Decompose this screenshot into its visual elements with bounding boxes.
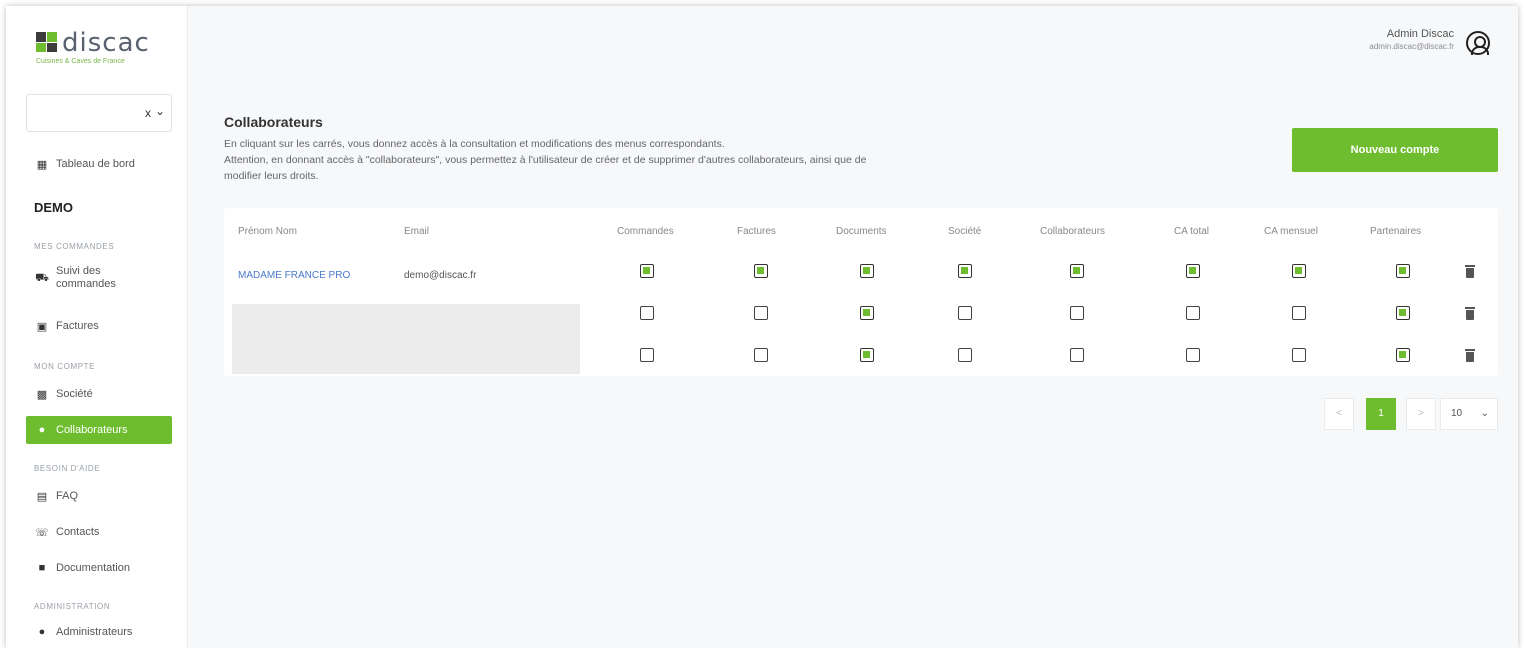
redacted-area xyxy=(232,304,580,374)
per-page-select[interactable]: 10 ⌄ xyxy=(1440,398,1498,430)
description-line: modifier leurs droits. xyxy=(224,170,319,182)
sidebar-item-label: Collaborateurs xyxy=(56,424,128,436)
permission-checkbox-ca-total[interactable] xyxy=(1186,348,1200,362)
collaborator-name-link[interactable]: MADAME FRANCE PRO xyxy=(238,270,350,281)
column-header-company: Société xyxy=(948,226,982,237)
column-header-collaborators: Collaborateurs xyxy=(1040,226,1106,237)
chevron-down-icon[interactable]: ⌄ xyxy=(155,104,165,118)
sidebar-item-label: Suivi des commandes xyxy=(56,265,116,290)
section-label-admin: ADMINISTRATION xyxy=(34,602,111,611)
client-name: DEMO xyxy=(34,200,73,215)
permission-checkbox-ca-monthly[interactable] xyxy=(1292,264,1306,278)
sidebar-item-collaborators[interactable]: ● Collaborateurs xyxy=(26,416,172,444)
dashboard-icon: ▦ xyxy=(36,158,48,171)
permission-checkbox-ca-total[interactable] xyxy=(1186,264,1200,278)
permission-checkbox-partners[interactable] xyxy=(1396,306,1410,320)
pagination-prev-button[interactable]: < xyxy=(1324,398,1354,430)
permission-checkbox-company[interactable] xyxy=(958,306,972,320)
logo-tagline: Cuisines & Caves de France xyxy=(36,58,125,65)
sidebar-item-dashboard[interactable]: ▦ Tableau de bord xyxy=(26,150,172,178)
sidebar-item-label: Factures xyxy=(56,320,99,332)
building-icon: ▩ xyxy=(36,388,48,401)
section-label-account: MON COMPTE xyxy=(34,362,96,371)
permission-checkbox-company[interactable] xyxy=(958,264,972,278)
column-header-name: Prénom Nom xyxy=(238,226,297,237)
clear-icon[interactable]: x xyxy=(145,106,151,120)
truck-icon: ⛟ xyxy=(35,271,49,284)
page-description: En cliquant sur les carrés, vous donnez … xyxy=(224,136,1064,184)
company-select[interactable]: x ⌄ xyxy=(26,94,172,132)
column-header-invoices: Factures xyxy=(737,226,776,237)
sidebar-item-faq[interactable]: ▤ FAQ xyxy=(26,482,172,510)
pagination-page-button[interactable]: 1 xyxy=(1366,398,1396,430)
account-circle-icon[interactable] xyxy=(1466,31,1490,55)
permission-checkbox-orders[interactable] xyxy=(640,348,654,362)
permission-checkbox-documents[interactable] xyxy=(860,306,874,320)
permission-checkbox-collaborators[interactable] xyxy=(1070,306,1084,320)
column-header-email: Email xyxy=(404,226,430,237)
section-label-orders: MES COMMANDES xyxy=(34,242,115,251)
user-email: admin.discac@discac.fr xyxy=(1369,42,1454,51)
permission-checkbox-collaborators[interactable] xyxy=(1070,348,1084,362)
user-menu[interactable]: Admin Discac admin.discac@discac.fr xyxy=(1369,28,1490,55)
permission-checkbox-invoices[interactable] xyxy=(754,306,768,320)
column-header-partners: Partenaires xyxy=(1370,226,1422,237)
admin-user-icon: ● xyxy=(38,626,46,638)
sidebar-item-label: Documentation xyxy=(56,562,130,574)
description-line: Attention, en donnant accès à "collabora… xyxy=(224,154,867,166)
contacts-icon: ☏ xyxy=(35,526,49,539)
sidebar-item-label: Contacts xyxy=(56,526,100,538)
sidebar-item-label: FAQ xyxy=(56,490,79,502)
user-name: Admin Discac xyxy=(1386,28,1454,40)
permission-checkbox-ca-monthly[interactable] xyxy=(1292,306,1306,320)
delete-icon[interactable] xyxy=(1465,307,1475,320)
page-title: Collaborateurs xyxy=(224,114,323,130)
section-label-help: BESOIN D'AIDE xyxy=(34,464,101,473)
new-account-button[interactable]: Nouveau compte xyxy=(1292,128,1498,172)
delete-icon[interactable] xyxy=(1465,265,1475,278)
column-header-ca-monthly: CA mensuel xyxy=(1264,226,1318,237)
delete-icon[interactable] xyxy=(1465,349,1475,362)
sidebar: discac Cuisines & Caves de France x ⌄ ▦ … xyxy=(6,6,188,648)
permission-checkbox-orders[interactable] xyxy=(640,306,654,320)
per-page-value: 10 xyxy=(1451,408,1463,419)
pagination-next-button[interactable]: > xyxy=(1406,398,1436,430)
chevron-down-icon: ⌄ xyxy=(1480,408,1489,419)
sidebar-item-invoices[interactable]: ▣ Factures xyxy=(26,312,172,340)
sidebar-item-orders-tracking[interactable]: ⛟ Suivi des commandes xyxy=(26,260,172,296)
permission-checkbox-collaborators[interactable] xyxy=(1070,264,1084,278)
app-window: discac Cuisines & Caves de France x ⌄ ▦ … xyxy=(6,6,1518,648)
logo-wordmark: discac xyxy=(62,28,150,58)
sidebar-item-administrators[interactable]: ● Administrateurs xyxy=(26,618,172,646)
collaborators-table: Prénom Nom Email Commandes Factures Docu… xyxy=(224,208,1498,376)
sidebar-item-label: Administrateurs xyxy=(56,626,133,638)
column-header-documents: Documents xyxy=(836,226,887,237)
user-icon: ● xyxy=(38,424,46,436)
logo-mark-icon xyxy=(36,32,58,52)
description-line: En cliquant sur les carrés, vous donnez … xyxy=(224,138,725,150)
permission-checkbox-partners[interactable] xyxy=(1396,348,1410,362)
column-header-orders: Commandes xyxy=(617,226,674,237)
permission-checkbox-ca-monthly[interactable] xyxy=(1292,348,1306,362)
column-header-ca-total: CA total xyxy=(1174,226,1210,237)
invoice-icon: ▣ xyxy=(36,320,48,333)
sidebar-item-documentation[interactable]: ■ Documentation xyxy=(26,554,172,582)
permission-checkbox-ca-total[interactable] xyxy=(1186,306,1200,320)
permission-checkbox-partners[interactable] xyxy=(1396,264,1410,278)
permission-checkbox-invoices[interactable] xyxy=(754,348,768,362)
document-icon: ■ xyxy=(38,562,46,574)
sidebar-item-company[interactable]: ▩ Société xyxy=(26,380,172,408)
collaborator-email: demo@discac.fr xyxy=(404,270,477,281)
permission-checkbox-documents[interactable] xyxy=(860,348,874,362)
faq-icon: ▤ xyxy=(36,490,48,503)
brand-logo[interactable]: discac Cuisines & Caves de France xyxy=(26,28,176,72)
permission-checkbox-company[interactable] xyxy=(958,348,972,362)
permission-checkbox-invoices[interactable] xyxy=(754,264,768,278)
sidebar-item-label: Société xyxy=(56,388,93,400)
permission-checkbox-documents[interactable] xyxy=(860,264,874,278)
sidebar-item-contacts[interactable]: ☏ Contacts xyxy=(26,518,172,546)
permission-checkbox-orders[interactable] xyxy=(640,264,654,278)
sidebar-item-label: Tableau de bord xyxy=(56,158,135,170)
